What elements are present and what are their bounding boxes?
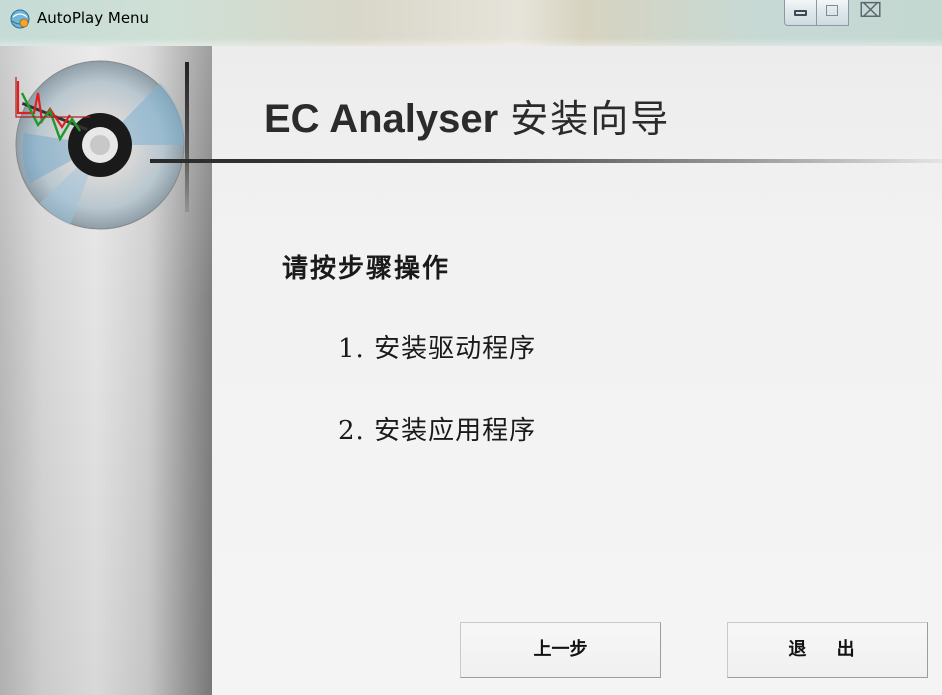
window-title: AutoPlay Menu [37, 9, 150, 27]
header-vertical-rule [185, 62, 189, 212]
page-title: EC Analyser 安装向导 [264, 88, 670, 143]
instruction-text: 请按步骤操作 [282, 254, 451, 284]
header-horizontal-rule [150, 159, 942, 163]
install-driver-link[interactable]: 1. 安装驱动程序 [338, 328, 536, 365]
autoplay-window: AutoPlay Menu ⌧ EC Analyser 安装向导 请按步骤操作 … [0, 0, 942, 695]
previous-step-button[interactable]: 上一步 [460, 622, 661, 678]
autoplay-globe-icon [10, 9, 30, 29]
close-button[interactable]: ⌧ [849, 0, 929, 26]
main-content [212, 46, 942, 695]
minimize-button[interactable] [784, 0, 817, 26]
page-title-wizard: 安装向导 [510, 97, 671, 141]
maximize-button[interactable] [817, 0, 849, 26]
title-bar[interactable]: AutoPlay Menu ⌧ [0, 0, 942, 46]
close-icon: ⌧ [859, 0, 883, 22]
page-title-product: EC Analyser [264, 97, 499, 141]
minimize-icon [794, 10, 807, 16]
exit-button[interactable]: 退 出 [727, 622, 928, 678]
cd-disc-with-chart-icon [15, 60, 185, 230]
maximize-icon [826, 5, 838, 16]
install-application-link[interactable]: 2. 安装应用程序 [338, 410, 536, 447]
